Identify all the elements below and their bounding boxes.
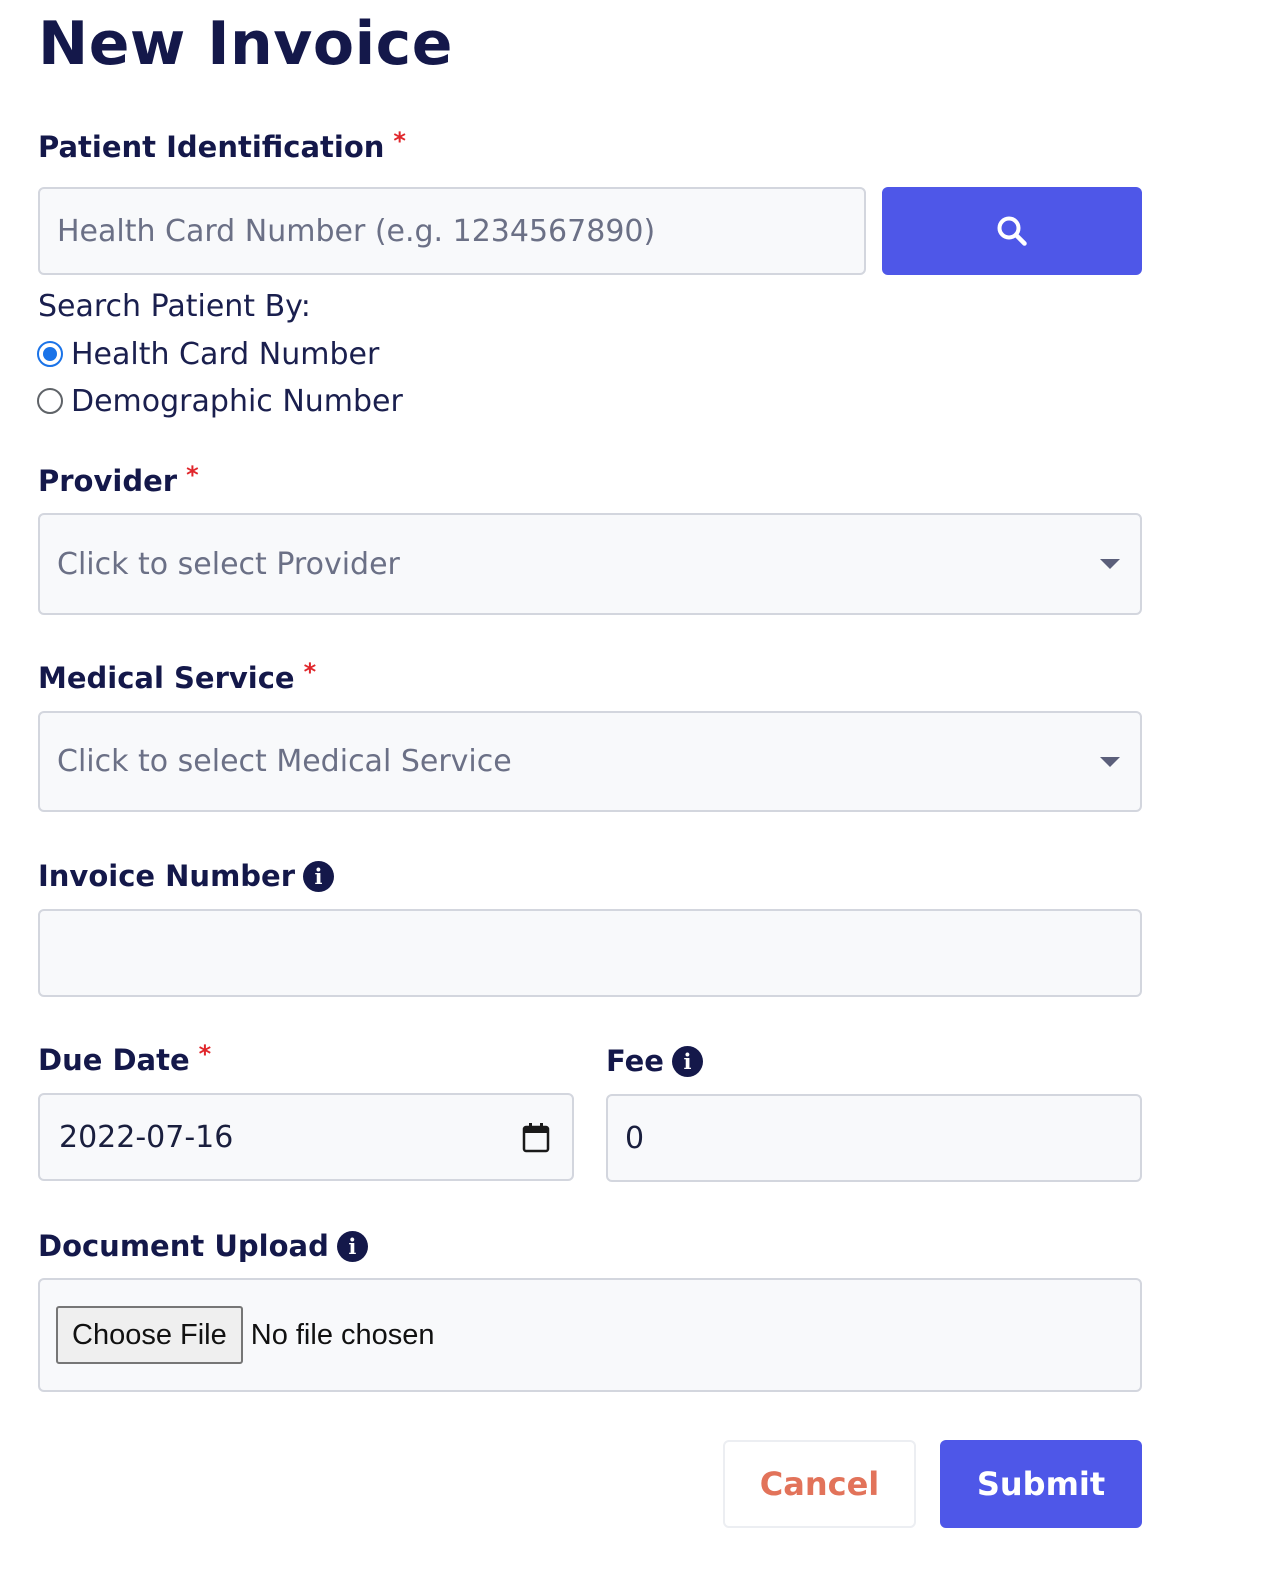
provider-label-text: Provider	[38, 464, 178, 498]
radio-label: Health Card Number	[71, 336, 380, 372]
due-date-value: 2022-07-16	[59, 1119, 234, 1155]
chevron-down-icon	[1100, 559, 1120, 569]
health-card-input-placeholder: Health Card Number (e.g. 1234567890)	[57, 213, 656, 249]
document-upload-label: Document Upload i	[38, 1228, 368, 1264]
radio-button-checked[interactable]	[37, 341, 63, 367]
medical-service-select[interactable]: Click to select Medical Service	[38, 711, 1142, 812]
invoice-number-input[interactable]	[38, 909, 1142, 997]
calendar-icon[interactable]	[522, 1123, 550, 1153]
medical-service-label-text: Medical Service	[38, 661, 295, 695]
due-date-label: Due Date *	[38, 1042, 211, 1078]
required-asterisk: *	[393, 127, 406, 155]
health-card-input[interactable]: Health Card Number (e.g. 1234567890)	[38, 187, 866, 275]
radio-button-unchecked[interactable]	[37, 388, 63, 414]
search-by-label: Search Patient By:	[38, 289, 311, 324]
fee-input[interactable]: 0	[606, 1094, 1142, 1182]
due-date-label-text: Due Date	[38, 1043, 190, 1077]
provider-select[interactable]: Click to select Provider	[38, 513, 1142, 615]
medical-service-select-placeholder: Click to select Medical Service	[57, 744, 512, 779]
search-patient-button[interactable]	[882, 187, 1142, 275]
fee-value: 0	[625, 1120, 645, 1156]
fee-label-text: Fee	[606, 1044, 664, 1078]
document-upload-field: Choose File No file chosen	[38, 1278, 1142, 1392]
document-upload-label-text: Document Upload	[38, 1229, 329, 1263]
radio-health-card-number[interactable]: Health Card Number	[37, 336, 379, 372]
page-title: New Invoice	[38, 9, 453, 79]
search-icon	[997, 216, 1027, 246]
file-status-text: No file chosen	[250, 1318, 435, 1351]
required-asterisk: *	[198, 1040, 212, 1068]
new-invoice-form: New Invoice Patient Identification * Hea…	[0, 0, 1286, 1588]
info-icon[interactable]: i	[336, 1231, 368, 1262]
provider-select-placeholder: Click to select Provider	[57, 546, 400, 582]
patient-identification-label: Patient Identification *	[38, 129, 406, 165]
required-asterisk: *	[186, 461, 199, 489]
radio-label: Demographic Number	[71, 383, 403, 419]
radio-demographic-number[interactable]: Demographic Number	[37, 383, 403, 419]
invoice-number-label-text: Invoice Number	[38, 859, 296, 893]
info-icon[interactable]: i	[671, 1046, 703, 1077]
due-date-input[interactable]: 2022-07-16	[38, 1093, 574, 1181]
cancel-button[interactable]: Cancel	[723, 1440, 916, 1528]
invoice-number-label: Invoice Number i	[38, 858, 335, 894]
chevron-down-icon	[1100, 756, 1120, 767]
submit-button[interactable]: Submit	[940, 1440, 1142, 1528]
fee-label: Fee i	[606, 1043, 703, 1079]
medical-service-label: Medical Service *	[38, 660, 316, 696]
choose-file-button[interactable]: Choose File	[56, 1306, 243, 1364]
required-asterisk: *	[303, 658, 317, 686]
provider-label: Provider *	[38, 463, 199, 499]
info-icon[interactable]: i	[303, 861, 335, 892]
patient-identification-label-text: Patient Identification	[38, 130, 385, 164]
